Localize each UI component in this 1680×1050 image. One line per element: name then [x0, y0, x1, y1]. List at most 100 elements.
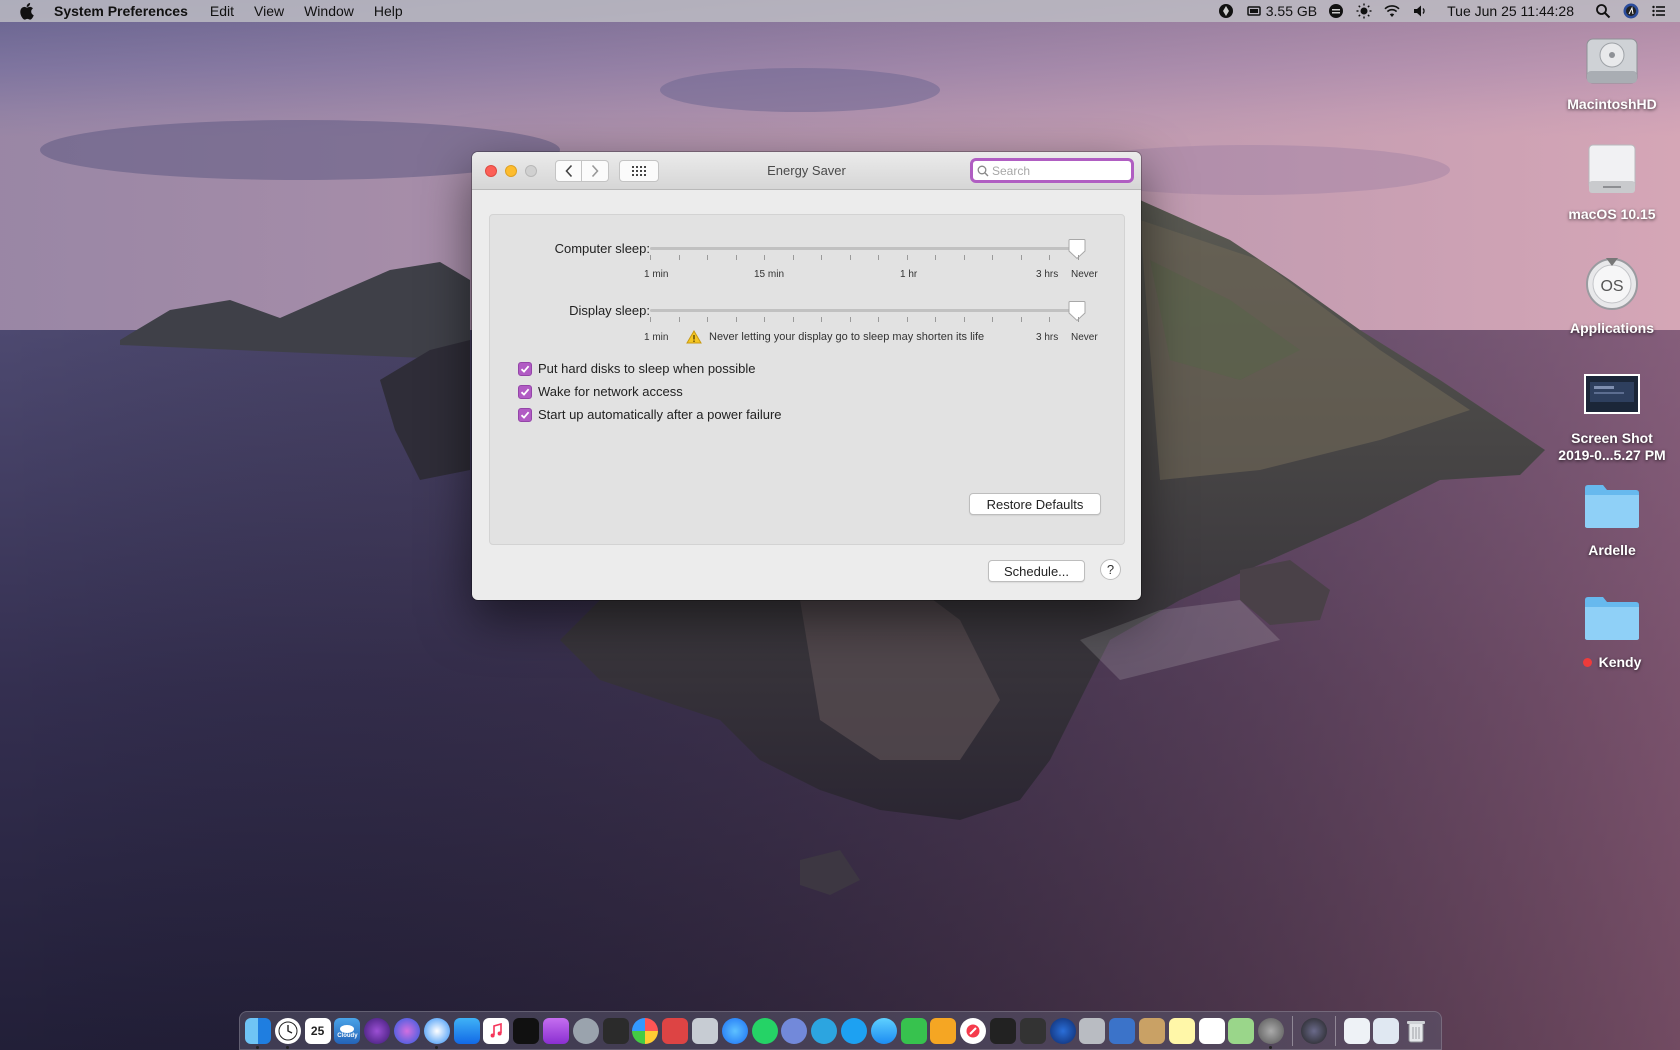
checkbox-startup-power-failure[interactable]: Start up automatically after a power fai… [518, 407, 782, 422]
checkbox-hard-disk-sleep[interactable]: Put hard disks to sleep when possible [518, 361, 756, 376]
activity-monitor-icon[interactable] [1019, 1017, 1046, 1044]
preview-icon[interactable] [691, 1017, 718, 1044]
safari-icon[interactable] [423, 1017, 450, 1049]
computer-sleep-slider[interactable] [650, 247, 1078, 250]
home-icon[interactable] [930, 1017, 957, 1044]
facetime-icon[interactable] [900, 1017, 927, 1044]
menu-bar: System Preferences Edit View Window Help… [0, 0, 1680, 22]
memory-chip-icon [1245, 3, 1263, 19]
search-field[interactable] [970, 158, 1134, 183]
checkbox-label[interactable]: Wake for network access [538, 384, 683, 399]
slider-tick [1049, 317, 1051, 322]
documents-stack-icon[interactable] [1343, 1017, 1370, 1044]
weather-icon[interactable]: Cloudy [334, 1017, 361, 1044]
brightness-icon[interactable] [1355, 3, 1373, 19]
music-icon[interactable] [483, 1017, 510, 1044]
checkbox-wake-network[interactable]: Wake for network access [518, 384, 683, 399]
minimize-button[interactable] [505, 164, 517, 177]
menu-window[interactable]: Window [304, 3, 354, 19]
checkmark-icon [520, 365, 530, 373]
system-preferences-icon[interactable] [1258, 1017, 1285, 1049]
menu-app-name[interactable]: System Preferences [54, 3, 188, 19]
vpn-icon[interactable] [1217, 3, 1235, 19]
contacts-icon[interactable] [1138, 1017, 1165, 1044]
slider-tick [1078, 255, 1079, 260]
downloads-stack-icon[interactable] [1373, 1017, 1400, 1044]
app-icon[interactable] [364, 1017, 391, 1044]
whatsapp-icon[interactable] [751, 1017, 778, 1044]
reminders-icon[interactable] [1198, 1017, 1225, 1044]
discord-icon[interactable] [781, 1017, 808, 1044]
external-drive-icon [1580, 138, 1644, 202]
slider-tick [678, 317, 680, 322]
slider-tick [1020, 255, 1022, 260]
podcasts-icon[interactable] [542, 1017, 569, 1044]
notification-center-icon[interactable] [1650, 3, 1668, 19]
close-button[interactable] [485, 164, 497, 177]
desktop-icon-applications[interactable]: OS Applications [1544, 252, 1680, 337]
desktop-icon-screenshot[interactable]: Screen Shot 2019-0...5.27 PM [1544, 362, 1680, 464]
launchpad-icon[interactable] [572, 1017, 599, 1044]
quicktime-icon[interactable] [1049, 1017, 1076, 1044]
desktop-icon-kendy[interactable]: Kendy [1544, 586, 1680, 671]
cs-tick-1min: 1 min [644, 269, 669, 280]
menu-edit[interactable]: Edit [210, 3, 234, 19]
checkbox[interactable] [518, 407, 532, 422]
menu-help[interactable]: Help [374, 3, 403, 19]
forward-button[interactable] [582, 159, 609, 182]
help-button[interactable]: ? [1100, 559, 1121, 580]
show-all-button[interactable] [619, 159, 659, 182]
display-sleep-label: Display sleep: [569, 303, 650, 318]
messages-icon[interactable] [870, 1017, 897, 1044]
stocks-icon[interactable] [989, 1017, 1016, 1044]
menu-clock[interactable]: Tue Jun 25 11:44:28 [1447, 3, 1574, 19]
display-sleep-thumb[interactable] [1068, 300, 1086, 322]
trash-icon[interactable] [1403, 1018, 1429, 1044]
folder-icon [1580, 474, 1644, 538]
apple-tv-icon[interactable] [513, 1017, 540, 1044]
messenger-icon[interactable] [721, 1017, 748, 1044]
desktop-icon-label: Applications [1569, 320, 1654, 336]
checkbox-label[interactable]: Start up automatically after a power fai… [538, 407, 782, 422]
window-titlebar[interactable]: Energy Saver [472, 152, 1141, 190]
news-icon[interactable] [960, 1017, 987, 1044]
checkbox[interactable] [518, 384, 532, 399]
photo-booth-icon[interactable] [662, 1017, 689, 1044]
desktop-icon-macintoshhd[interactable]: MacintoshHD [1544, 28, 1680, 113]
photos-icon[interactable] [632, 1017, 659, 1044]
apple-menu-icon[interactable] [18, 2, 36, 20]
checkbox-label[interactable]: Put hard disks to sleep when possible [538, 361, 756, 376]
memory-monitor[interactable]: 3.55 GB [1245, 3, 1317, 19]
search-input[interactable] [992, 163, 1122, 178]
zoom-button[interactable] [525, 164, 537, 177]
siri-icon[interactable] [393, 1017, 420, 1044]
disk-utility-icon[interactable] [1079, 1017, 1106, 1044]
checkbox[interactable] [518, 361, 532, 376]
notes-icon[interactable] [1168, 1017, 1195, 1044]
app-store-icon[interactable] [453, 1017, 480, 1044]
user-avatar-icon[interactable] [1622, 3, 1640, 19]
slider-tick [849, 255, 851, 260]
computer-sleep-thumb[interactable] [1068, 238, 1086, 260]
wifi-icon[interactable] [1383, 3, 1401, 19]
desktop-icon-macos-10-15[interactable]: macOS 10.15 [1544, 138, 1680, 223]
calendar-icon[interactable]: 25 [304, 1017, 331, 1044]
grammarly-icon[interactable] [1327, 3, 1345, 19]
schedule-button[interactable]: Schedule... [988, 560, 1085, 582]
telegram-icon[interactable] [811, 1017, 838, 1044]
volume-icon[interactable] [1411, 3, 1429, 19]
back-button[interactable] [555, 159, 582, 182]
slider-tick [707, 317, 709, 322]
finder-icon[interactable] [245, 1017, 271, 1049]
desktop-icon-ardelle[interactable]: Ardelle [1544, 474, 1680, 559]
maps-icon[interactable] [1228, 1017, 1255, 1044]
menu-view[interactable]: View [254, 3, 284, 19]
display-sleep-slider[interactable] [650, 309, 1078, 312]
catalina-installer-icon[interactable] [1300, 1017, 1327, 1044]
restore-defaults-button[interactable]: Restore Defaults [969, 493, 1101, 515]
preview-photos-icon[interactable] [1109, 1017, 1136, 1044]
clock-icon[interactable] [274, 1017, 301, 1049]
twitter-icon[interactable] [840, 1017, 867, 1044]
activity-icon[interactable] [602, 1017, 629, 1044]
spotlight-search-icon[interactable] [1594, 3, 1612, 19]
